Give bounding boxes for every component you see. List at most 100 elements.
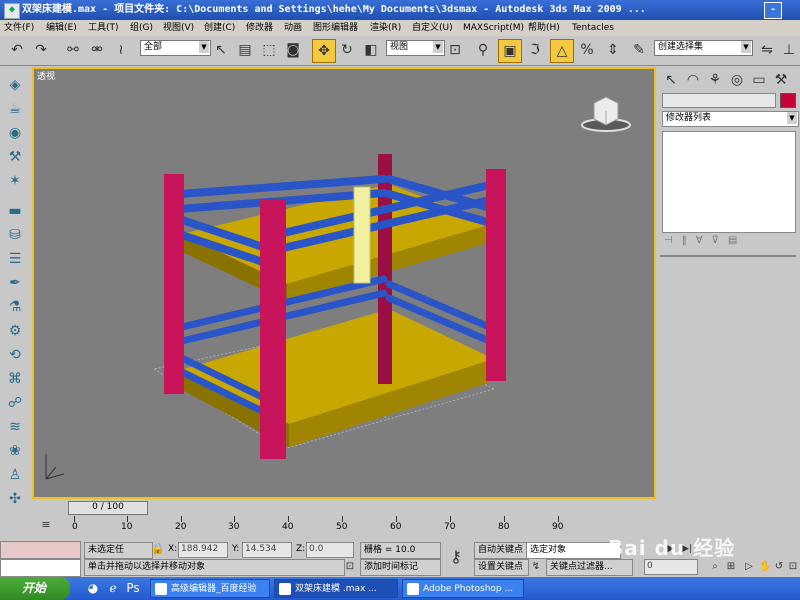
pen-icon[interactable]: ✒ (4, 273, 26, 293)
orbit-icon[interactable]: ↺ (772, 559, 786, 575)
menu-graph-editors[interactable]: 图形编辑器 (313, 20, 358, 36)
rectangular-selection-icon[interactable]: ⬚ (258, 39, 280, 61)
paint-icon[interactable]: ⚗ (4, 297, 26, 317)
teapot-icon[interactable]: ☕ (4, 99, 26, 119)
menu-views[interactable]: 视图(V) (163, 20, 194, 36)
modify-tab-icon[interactable]: ◠ (682, 69, 704, 91)
maximize-viewport-icon[interactable]: ⊡ (786, 559, 800, 575)
current-frame-field[interactable]: 0 (644, 559, 698, 575)
rotate-object-icon[interactable]: ⟲ (4, 345, 26, 365)
minimize-button[interactable]: - (764, 2, 782, 19)
zoom-icon[interactable]: ⌕ (708, 559, 722, 575)
add-time-tag-button[interactable]: 添加时间标记 (360, 559, 441, 576)
select-and-move-icon[interactable]: ✥ (312, 39, 336, 63)
browser-icon[interactable]: ◕ (84, 578, 102, 598)
window-crossing-icon[interactable]: ◙ (282, 39, 304, 61)
angle-snap-icon[interactable]: △ (550, 39, 574, 63)
stack-toolbar-icons[interactable]: ⊣‖∀⊽▤ (664, 235, 794, 249)
menu-file[interactable]: 文件(F) (4, 20, 34, 36)
named-selection-sets-dropdown[interactable]: 创建选择集 ▼ (654, 40, 753, 56)
track-bar[interactable]: ≡ 0 10 20 30 40 50 60 70 80 90 (0, 516, 660, 540)
hierarchy-tab-icon[interactable]: ⚘ (704, 69, 726, 91)
photoshop-icon[interactable]: Ps (124, 578, 142, 598)
menu-create[interactable]: 创建(C) (204, 20, 235, 36)
hair-icon[interactable]: ❀ (4, 441, 26, 461)
menu-tools[interactable]: 工具(T) (88, 20, 119, 36)
ie-icon[interactable]: ℯ (104, 578, 122, 598)
modifier-stack[interactable] (662, 131, 796, 233)
redo-icon[interactable]: ↷ (30, 39, 52, 61)
display-tab-icon[interactable]: ▭ (748, 69, 770, 91)
align-icon[interactable]: ⊥ (778, 39, 800, 61)
tool-icon[interactable]: ⚒ (4, 147, 26, 167)
stack-icon[interactable]: ☰ (4, 249, 26, 269)
sphere-icon[interactable]: ◉ (4, 123, 26, 143)
selection-filter-dropdown[interactable]: 全部 ▼ (140, 40, 211, 56)
menu-customize[interactable]: 自定义(U) (412, 20, 453, 36)
percent-snap-icon[interactable]: % (576, 39, 598, 61)
create-tab-icon[interactable]: ↖ (660, 69, 682, 91)
menu-group[interactable]: 组(G) (130, 20, 153, 36)
spinner-snap-icon[interactable]: ⇕ (602, 39, 624, 61)
utilities-tab-icon[interactable]: ⚒ (770, 69, 792, 91)
menu-tentacles[interactable]: Tentacles (572, 20, 614, 36)
menu-help[interactable]: 帮助(H) (528, 20, 560, 36)
auto-key-button[interactable]: 自动关键点 (474, 542, 529, 559)
select-and-rotate-icon[interactable]: ↻ (336, 39, 358, 61)
start-button[interactable]: 开始 (0, 577, 70, 600)
menu-maxscript[interactable]: MAXScript(M) (463, 20, 524, 36)
menu-rendering[interactable]: 渲染(R) (370, 20, 401, 36)
key-filter-select[interactable]: 选定对象 (526, 542, 621, 559)
cylinder-icon[interactable]: ⛁ (4, 225, 26, 245)
select-and-scale-icon[interactable]: ◧ (360, 39, 382, 61)
key-mode-icon[interactable]: ↯ (528, 559, 544, 574)
key-filters-button[interactable]: 关键点过滤器... (546, 559, 633, 576)
set-key-button[interactable]: 设置关键点 (474, 559, 529, 576)
field-of-view-icon[interactable]: ▷ (742, 559, 756, 575)
figure-icon[interactable]: ☍ (4, 393, 26, 413)
keyboard-shortcut-override-icon[interactable]: ▣ (498, 39, 522, 63)
select-manipulate-icon[interactable]: ⚲ (472, 39, 494, 61)
bunk-bed-model[interactable] (34, 69, 654, 497)
menu-animation[interactable]: 动画 (284, 20, 302, 36)
unlink-icon[interactable]: ⚮ (86, 39, 108, 61)
select-object-icon[interactable]: ↖ (210, 39, 232, 61)
x-coordinate-field[interactable]: 188.942 (178, 542, 228, 558)
task-photoshop[interactable]: Adobe Photoshop ... (402, 579, 524, 598)
mirror-icon[interactable]: ⇋ (756, 39, 778, 61)
box-icon[interactable]: ▬ (4, 201, 26, 221)
select-by-name-icon[interactable]: ▤ (234, 39, 256, 61)
lock-icon[interactable]: 🔒 (150, 541, 166, 557)
track-bar-toggle-icon[interactable]: ≡ (36, 516, 56, 534)
gear-icon[interactable]: ⚙ (4, 321, 26, 341)
bind-space-warp-icon[interactable]: ≀ (110, 39, 132, 61)
perspective-viewport[interactable]: 透视 (32, 67, 656, 499)
maxscript-listener-pink[interactable] (0, 541, 81, 559)
task-3dsmax[interactable]: 双架床建模 .max ... (274, 579, 398, 598)
axis-icon[interactable]: ✣ (4, 489, 26, 509)
bird-icon[interactable]: ⌘ (4, 369, 26, 389)
pivot-center-icon[interactable]: ⊡ (444, 39, 466, 61)
task-baidu-editor[interactable]: 高级编辑器_百度经验 (150, 579, 270, 598)
reference-coordinate-dropdown[interactable]: 视图 ▼ (386, 40, 445, 56)
create-geometry-icon[interactable]: ◈ (4, 75, 26, 95)
character-icon[interactable]: ✶ (4, 171, 26, 191)
zoom-all-icon[interactable]: ⊞ (724, 559, 738, 575)
motion-tab-icon[interactable]: ◎ (726, 69, 748, 91)
undo-icon[interactable]: ↶ (6, 39, 28, 61)
maxscript-listener-white[interactable] (0, 559, 81, 577)
object-name-field[interactable] (662, 93, 776, 108)
object-color-swatch[interactable] (780, 93, 796, 108)
time-slider-handle[interactable]: 0 / 100 (68, 501, 148, 515)
wave-icon[interactable]: ≋ (4, 417, 26, 437)
menu-edit[interactable]: 编辑(E) (46, 20, 77, 36)
menu-modifiers[interactable]: 修改器 (246, 20, 273, 36)
edit-named-selection-icon[interactable]: ✎ (628, 39, 650, 61)
time-tag-icon[interactable]: ⊡ (342, 559, 358, 575)
time-slider[interactable]: 0 / 100 (32, 499, 656, 515)
snaps-toggle-icon[interactable]: ℑ (524, 39, 546, 61)
viewcube-icon[interactable] (580, 93, 632, 133)
select-link-icon[interactable]: ⚯ (62, 39, 84, 61)
key-icon[interactable]: ⚷ (442, 546, 470, 568)
modifier-list-dropdown[interactable]: 修改器列表 ▼ (662, 111, 799, 127)
